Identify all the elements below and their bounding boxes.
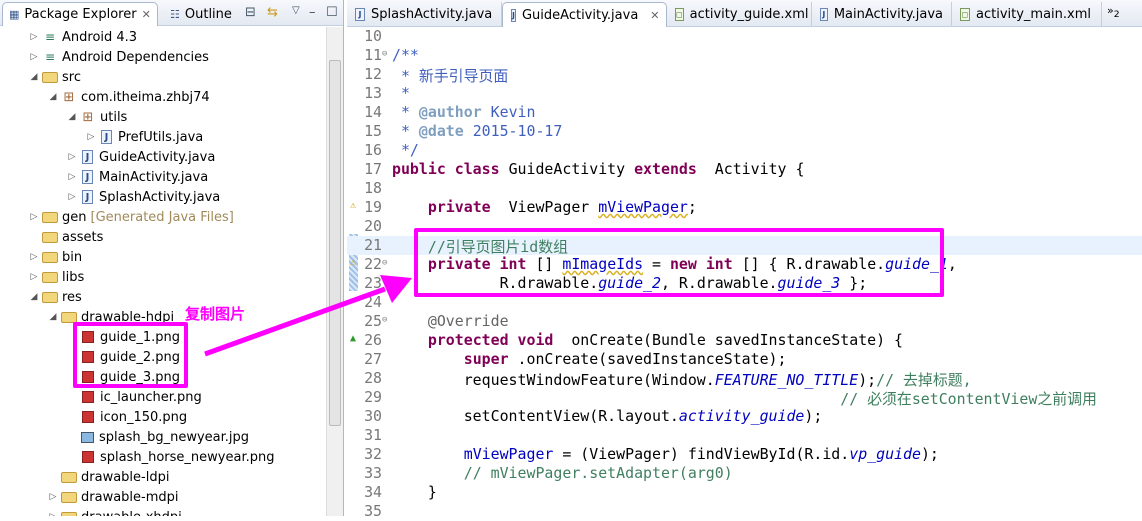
arrow-shaft (204, 286, 386, 357)
annotation-arrow (204, 275, 412, 357)
